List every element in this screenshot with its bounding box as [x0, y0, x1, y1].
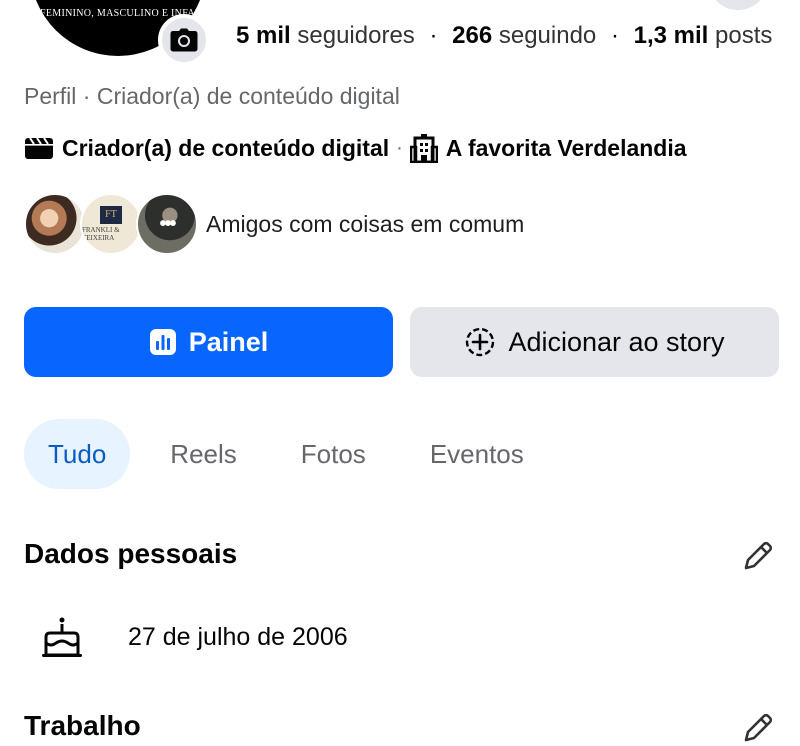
profile-subtitle: Perfil · Criador(a) de conteúdo digital [24, 83, 400, 109]
more-icon: ••• [159, 213, 176, 235]
favorite-label[interactable]: A favorita Verdelandia [446, 135, 687, 162]
change-photo-button[interactable] [158, 14, 210, 66]
tab-events[interactable]: Eventos [406, 419, 548, 489]
profile-tabs: Tudo Reels Fotos Eventos [24, 418, 564, 490]
friend-avatar-more[interactable]: ••• [136, 193, 198, 255]
cake-icon [42, 617, 82, 657]
chart-icon [149, 329, 176, 355]
birthday-row: 27 de julho de 2006 [40, 612, 348, 662]
friend-logo-name: FRANKLI & TEIXEIRA [82, 226, 120, 242]
following-label[interactable]: seguindo [499, 22, 596, 49]
profile-stats: 5 mil seguidores · 266 seguindo · 1,3 mi… [236, 22, 772, 50]
tab-all[interactable]: Tudo [24, 419, 131, 489]
add-story-button[interactable]: Adicionar ao story [410, 307, 779, 377]
personal-data-title: Dados pessoais [24, 538, 238, 569]
friend-logo-monogram: FT [100, 206, 122, 224]
friend-avatar[interactable]: FT FRANKLI & TEIXEIRA [80, 193, 142, 255]
tab-photos[interactable]: Fotos [277, 419, 390, 489]
add-story-icon [466, 327, 495, 357]
following-count[interactable]: 266 [452, 22, 492, 49]
stats-separator: · [610, 22, 619, 49]
followers-label[interactable]: seguidores [297, 22, 414, 49]
tab-reels[interactable]: Reels [146, 419, 260, 489]
category-row: Criador(a) de conteúdo digital · A favor… [24, 132, 687, 164]
category-separator: · [396, 136, 403, 159]
stats-separator: · [429, 22, 438, 49]
posts-label: posts [715, 22, 773, 49]
mutual-friends-row[interactable]: FT FRANKLI & TEIXEIRA ••• Amigos com coi… [24, 190, 524, 258]
pencil-icon[interactable] [740, 710, 776, 746]
dashboard-button-label: Painel [188, 326, 269, 357]
clapperboard-icon [25, 137, 53, 159]
mutual-friends-label: Amigos com coisas em comum [206, 210, 525, 237]
camera-icon [170, 28, 198, 52]
add-story-button-label: Adicionar ao story [508, 326, 725, 357]
top-action-button[interactable] [710, 0, 766, 10]
friend-avatar[interactable] [24, 193, 86, 255]
followers-count[interactable]: 5 mil [236, 22, 291, 49]
work-title: Trabalho [24, 710, 141, 741]
pencil-icon[interactable] [740, 538, 776, 574]
building-icon [409, 134, 438, 163]
birthday-value: 27 de julho de 2006 [128, 622, 348, 651]
posts-count: 1,3 mil [633, 22, 709, 49]
dashboard-button[interactable]: Painel [24, 307, 393, 377]
category-label: Criador(a) de conteúdo digital [62, 134, 390, 161]
